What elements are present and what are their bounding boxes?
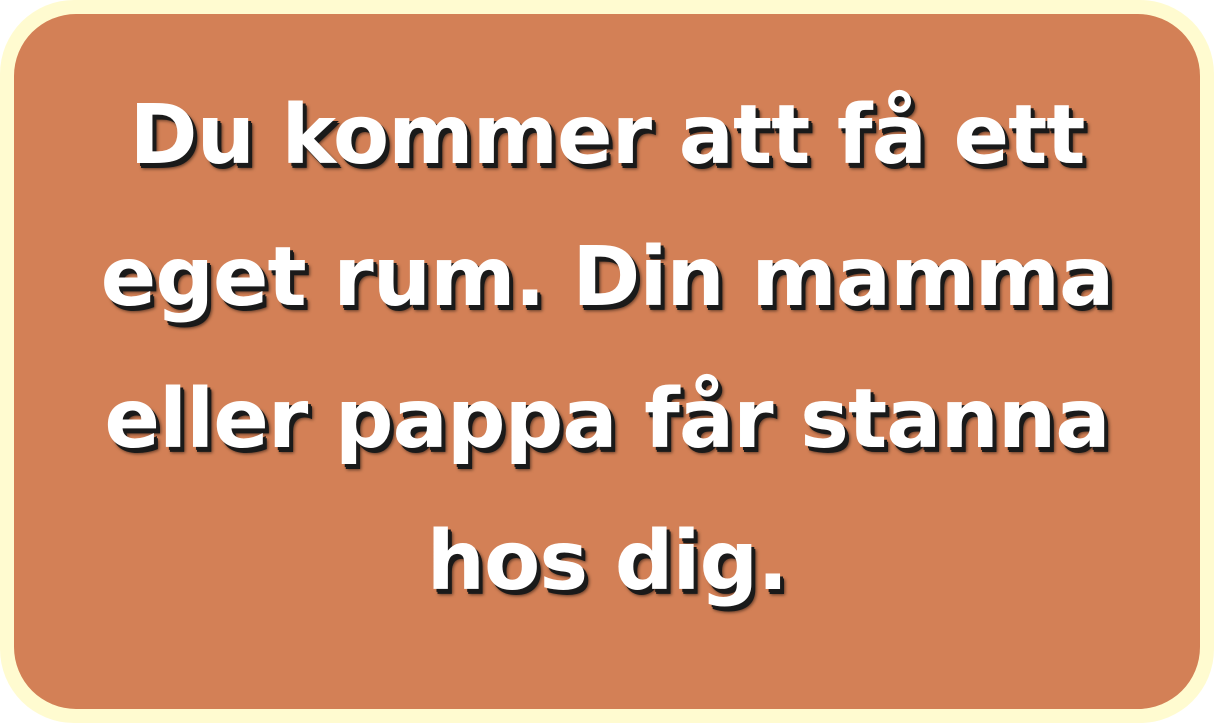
message-line-4: hos dig. [426,513,789,609]
message-line-2: eget rum. Din mamma [100,229,1115,325]
message-line-3: eller pappa får stanna [104,371,1110,467]
message-line-1: Du kommer att få ett [129,87,1086,183]
card-border: Du kommer att få ett eget rum. Din mamma… [0,0,1214,723]
message-text: Du kommer att få ett eget rum. Din mamma… [57,65,1157,659]
message-card: Du kommer att få ett eget rum. Din mamma… [14,14,1200,709]
